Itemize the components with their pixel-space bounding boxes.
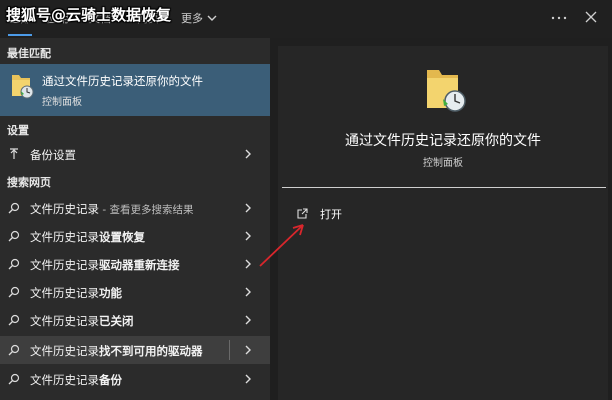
search-icon — [8, 286, 20, 298]
annotation-arrow-icon — [259, 224, 304, 267]
detail-divider — [282, 187, 606, 188]
web-result-suffix: 备份 — [99, 373, 122, 387]
best-match-item[interactable]: 通过文件历史记录还原你的文件 控制面板 — [0, 64, 270, 116]
watermark-text: 搜狐号@云骑士数据恢复 — [6, 6, 172, 24]
web-result-label: 文件历史记录功能 — [30, 285, 122, 301]
web-result-label: 文件历史记录驱动器重新连接 — [30, 257, 180, 273]
settings-item-backup[interactable]: 备份设置 — [0, 140, 270, 168]
web-result-suffix: 找不到可用的驱动器 — [99, 344, 203, 358]
web-result-prefix: 文件历史记录 — [30, 230, 99, 244]
web-result-item-selected[interactable]: 文件历史记录找不到可用的驱动器 — [0, 336, 270, 364]
web-result-item[interactable]: 文件历史记录已关闭 — [0, 306, 270, 334]
web-result-label: 文件历史记录 - 查看更多搜索结果 — [30, 201, 193, 217]
web-result-item[interactable]: 文件历史记录 - 查看更多搜索结果 — [0, 194, 270, 222]
section-best-match: 最佳匹配 — [7, 47, 51, 60]
web-result-suffix: 设置恢复 — [99, 230, 145, 244]
web-result-suffix: 驱动器重新连接 — [99, 258, 180, 272]
web-result-prefix: 文件历史记录 — [30, 373, 99, 387]
web-result-prefix: 文件历史记录 — [30, 286, 99, 300]
chevron-right-icon[interactable] — [243, 373, 253, 385]
search-icon — [8, 258, 20, 270]
web-result-prefix: 文件历史记录 — [30, 314, 99, 328]
folder-clock-icon — [12, 75, 34, 99]
web-result-item[interactable]: 文件历史记录驱动器重新连接 — [0, 250, 270, 278]
search-top-bar: 全部 应用 文档 网页 更多 搜狐号@云骑士数据恢复 — [0, 0, 612, 38]
web-result-prefix: 文件历史记录 — [30, 344, 99, 358]
search-icon — [8, 314, 20, 326]
detail-panel: 通过文件历史记录还原你的文件 控制面板 打开 — [278, 46, 608, 400]
close-icon[interactable] — [584, 10, 598, 24]
more-options-icon[interactable] — [549, 11, 569, 25]
detail-subtitle: 控制面板 — [423, 158, 463, 169]
web-result-label: 文件历史记录找不到可用的驱动器 — [30, 343, 203, 359]
web-result-item[interactable]: 文件历史记录功能 — [0, 278, 270, 306]
best-match-subtitle: 控制面板 — [42, 97, 82, 108]
detail-title: 通过文件历史记录还原你的文件 — [345, 133, 541, 149]
search-icon — [8, 373, 20, 385]
search-icon — [8, 202, 20, 214]
open-external-icon — [297, 208, 308, 219]
web-result-item[interactable]: 文件历史记录设置恢复 — [0, 222, 270, 250]
chevron-right-icon[interactable] — [243, 230, 253, 242]
settings-item-label: 备份设置 — [30, 148, 76, 162]
chevron-right-icon[interactable] — [243, 286, 253, 298]
chevron-right-icon[interactable] — [243, 258, 253, 270]
more-tab-label: 更多 — [181, 12, 203, 25]
chevron-right-icon[interactable] — [243, 344, 253, 356]
web-result-suffix: 功能 — [99, 286, 122, 300]
web-result-label: 文件历史记录设置恢复 — [30, 229, 145, 245]
chevron-right-icon[interactable] — [243, 148, 253, 160]
web-result-suffix: 已关闭 — [99, 314, 134, 328]
chevron-right-icon[interactable] — [243, 314, 253, 326]
row-divider — [229, 340, 230, 360]
search-icon — [8, 230, 20, 242]
results-panel: 最佳匹配 通过文件历史记录还原你的文件 控制面板 设置 备份设置 搜索网页 文件… — [0, 38, 270, 400]
backup-icon — [10, 148, 18, 159]
section-settings: 设置 — [7, 124, 29, 137]
search-icon — [8, 344, 20, 356]
web-result-label: 文件历史记录已关闭 — [30, 313, 134, 329]
web-result-suffix: - 查看更多搜索结果 — [99, 204, 194, 216]
active-tab-indicator — [8, 34, 32, 36]
best-match-title: 通过文件历史记录还原你的文件 — [42, 74, 203, 88]
open-action-label: 打开 — [320, 208, 342, 221]
web-result-item[interactable]: 文件历史记录备份 — [0, 365, 270, 393]
web-result-prefix: 文件历史记录 — [30, 258, 99, 272]
section-web: 搜索网页 — [7, 176, 51, 189]
web-result-prefix: 文件历史记录 — [30, 202, 99, 216]
chevron-down-icon — [207, 15, 217, 21]
web-result-label: 文件历史记录备份 — [30, 372, 122, 388]
tab-more[interactable]: 更多 — [181, 10, 217, 26]
folder-clock-icon — [427, 70, 466, 112]
chevron-right-icon[interactable] — [243, 202, 253, 214]
